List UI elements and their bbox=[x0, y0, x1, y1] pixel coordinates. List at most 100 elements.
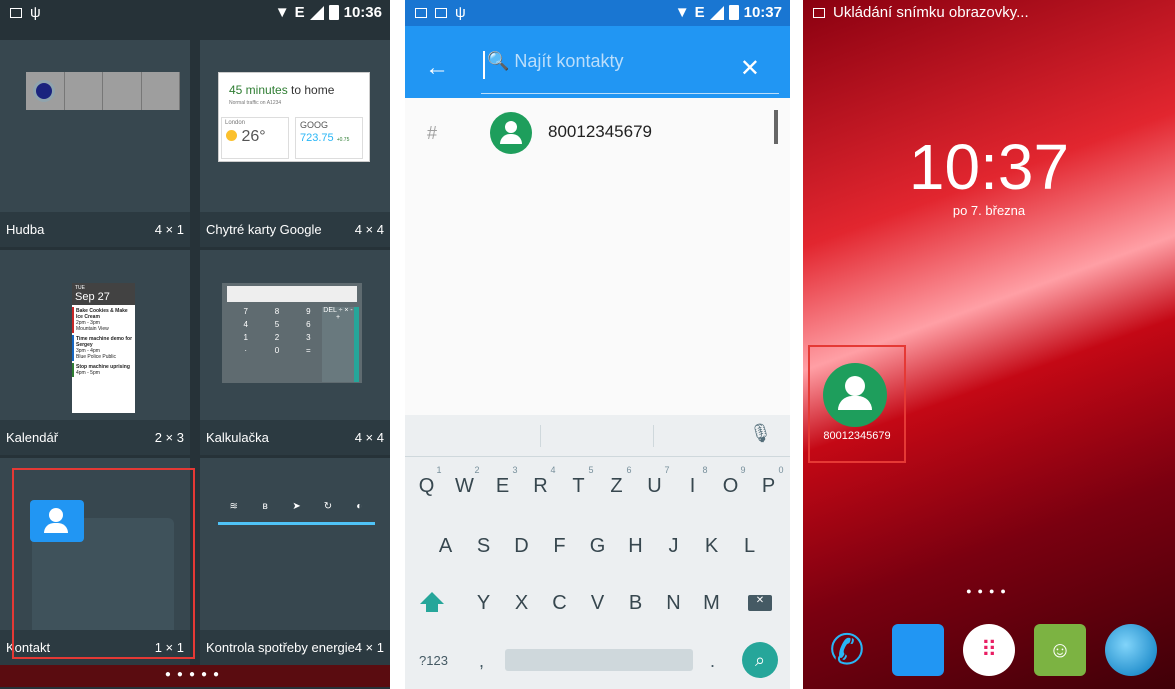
calc-accent-bar bbox=[354, 307, 359, 382]
search-input[interactable]: 🔍 Najít kontakty bbox=[487, 51, 623, 72]
calc-ops: DEL ÷ × - + bbox=[322, 307, 354, 382]
date-text: po 7. března bbox=[952, 203, 1026, 218]
network-type: E bbox=[694, 4, 705, 21]
contact-shortcut-label: 80012345679 bbox=[823, 430, 891, 442]
status-bar: ψ ▼ E 10:37 bbox=[405, 0, 790, 26]
comma-key[interactable]: , bbox=[479, 651, 484, 672]
key-v[interactable]: V bbox=[579, 592, 617, 615]
widget-label-calculator: Kalkulačka 4 × 4 bbox=[200, 420, 390, 455]
scrollbar[interactable] bbox=[774, 110, 778, 144]
contacts-icon[interactable] bbox=[892, 624, 944, 676]
phone-icon[interactable]: ✆ bbox=[821, 624, 873, 676]
network-type: E bbox=[294, 4, 305, 21]
key-e[interactable]: 3E bbox=[484, 465, 522, 498]
key-o[interactable]: 9O bbox=[712, 465, 750, 498]
key-c[interactable]: C bbox=[541, 592, 579, 615]
key-b[interactable]: B bbox=[617, 592, 655, 615]
messaging-icon[interactable]: ☺ bbox=[1034, 624, 1086, 676]
page-indicator: ●●●● bbox=[966, 586, 1012, 596]
key-t[interactable]: 5T bbox=[560, 465, 598, 498]
selected-widget-highlight bbox=[12, 468, 195, 659]
calculator-preview: 789 456 123 · 0 = DEL ÷ × - + bbox=[222, 283, 362, 383]
search-placeholder: Najít kontakty bbox=[514, 51, 624, 71]
brightness-icon: ◐ bbox=[343, 493, 376, 525]
sync-icon: ↻ bbox=[312, 493, 344, 525]
space-key[interactable] bbox=[505, 649, 693, 671]
key-s[interactable]: S bbox=[465, 535, 503, 558]
stock-box: GOOG 723.75 +0.75 bbox=[295, 117, 363, 159]
search-key-button[interactable]: ⌕ bbox=[742, 642, 778, 678]
keyboard-icon bbox=[415, 7, 427, 18]
wifi-icon: ▼ bbox=[674, 4, 690, 21]
key-row-3: Y X C V B N M bbox=[405, 592, 790, 615]
widget-label-google-cards: Chytré karty Google 4 × 4 bbox=[200, 212, 390, 247]
text-cursor bbox=[483, 51, 485, 79]
mic-icon[interactable]: 🎙 bbox=[749, 423, 772, 444]
key-x[interactable]: X bbox=[503, 592, 541, 615]
widget-label-calendar: Kalendář 2 × 3 bbox=[0, 420, 190, 455]
power-control-preview: ≋ ʙ ➤ ↻ ◐ bbox=[218, 493, 376, 525]
status-time: 10:36 bbox=[343, 4, 382, 21]
wifi-icon: ≋ bbox=[218, 493, 250, 525]
suggestion-strip: 🎙 bbox=[405, 415, 790, 457]
key-n[interactable]: N bbox=[655, 592, 693, 615]
back-arrow-icon[interactable]: ← bbox=[425, 54, 449, 82]
widget-label-power: Kontrola spotřeby energie 4 × 1 bbox=[200, 630, 390, 665]
key-j[interactable]: J bbox=[655, 535, 693, 558]
screenshot-icon bbox=[10, 7, 22, 18]
page-indicator: ●●●●● bbox=[0, 665, 390, 687]
key-p[interactable]: 0P bbox=[750, 465, 788, 498]
close-icon[interactable]: ✕ bbox=[740, 54, 760, 83]
bluetooth-icon: ʙ bbox=[249, 493, 281, 525]
key-g[interactable]: G bbox=[579, 535, 617, 558]
search-app-bar: ← 🔍 Najít kontakty ✕ bbox=[405, 26, 790, 98]
browser-icon[interactable] bbox=[1105, 624, 1157, 676]
status-bar: ψ ▼ E 10:36 bbox=[0, 0, 390, 26]
stock-change: +0.75 bbox=[336, 137, 350, 143]
signal-icon bbox=[709, 5, 724, 20]
symbols-key[interactable]: ?123 bbox=[419, 653, 448, 668]
search-underline bbox=[481, 93, 779, 94]
key-d[interactable]: D bbox=[503, 535, 541, 558]
card-sub: Normal traffic on A1234 bbox=[229, 100, 282, 106]
home-screen: Ukládání snímku obrazovky... 10:37 po 7.… bbox=[803, 0, 1175, 689]
cal-date: Sep 27 bbox=[75, 291, 110, 303]
key-row-2: A S D F G H J K L bbox=[405, 535, 790, 558]
status-time: 10:37 bbox=[743, 4, 782, 21]
backspace-icon[interactable]: ✕ bbox=[748, 595, 772, 611]
key-y[interactable]: Y bbox=[465, 592, 503, 615]
contact-shortcut-icon[interactable] bbox=[823, 363, 887, 427]
battery-icon bbox=[328, 5, 339, 20]
contact-list-item[interactable]: # 80012345679 bbox=[405, 106, 790, 162]
key-a[interactable]: A bbox=[427, 535, 465, 558]
screenshot-icon bbox=[435, 7, 447, 18]
key-z[interactable]: 6Z bbox=[598, 465, 636, 498]
key-row-1: 1Q 2W 3E 4R 5T 6Z 7U 8I 9O 0P bbox=[405, 465, 790, 498]
key-q[interactable]: 1Q bbox=[408, 465, 446, 498]
key-r[interactable]: 4R bbox=[522, 465, 560, 498]
calendar-preview: TUE Sep 27 Bake Cookies & Make Ice Cream 2… bbox=[72, 283, 135, 413]
calc-display bbox=[227, 286, 357, 302]
weather-temp: 26° bbox=[241, 128, 266, 145]
key-f[interactable]: F bbox=[541, 535, 579, 558]
widget-picker-screen: ψ ▼ E 10:36 45 minutes to home Normal traf… bbox=[0, 0, 390, 689]
key-i[interactable]: 8I bbox=[674, 465, 712, 498]
contact-name: 80012345679 bbox=[548, 122, 653, 141]
clock-widget[interactable]: 10:37 bbox=[803, 130, 1175, 204]
usb-icon: ψ bbox=[455, 4, 466, 21]
status-text: Ukládání snímku obrazovky... bbox=[833, 4, 1029, 21]
usb-icon: ψ bbox=[30, 4, 41, 21]
card-headline-bold: 45 minutes bbox=[229, 83, 288, 97]
key-h[interactable]: H bbox=[617, 535, 655, 558]
app-drawer-icon[interactable]: ⠿ bbox=[963, 624, 1015, 676]
key-w[interactable]: 2W bbox=[446, 465, 484, 498]
wifi-icon: ▼ bbox=[274, 4, 290, 21]
key-m[interactable]: M bbox=[693, 592, 731, 615]
index-letter: # bbox=[427, 123, 438, 143]
key-k[interactable]: K bbox=[693, 535, 731, 558]
period-key[interactable]: . bbox=[710, 651, 715, 672]
card-headline: to home bbox=[287, 83, 335, 97]
key-u[interactable]: 7U bbox=[636, 465, 674, 498]
key-l[interactable]: L bbox=[731, 535, 769, 558]
google-card-preview: 45 minutes to home Normal traffic on A12… bbox=[218, 72, 370, 162]
